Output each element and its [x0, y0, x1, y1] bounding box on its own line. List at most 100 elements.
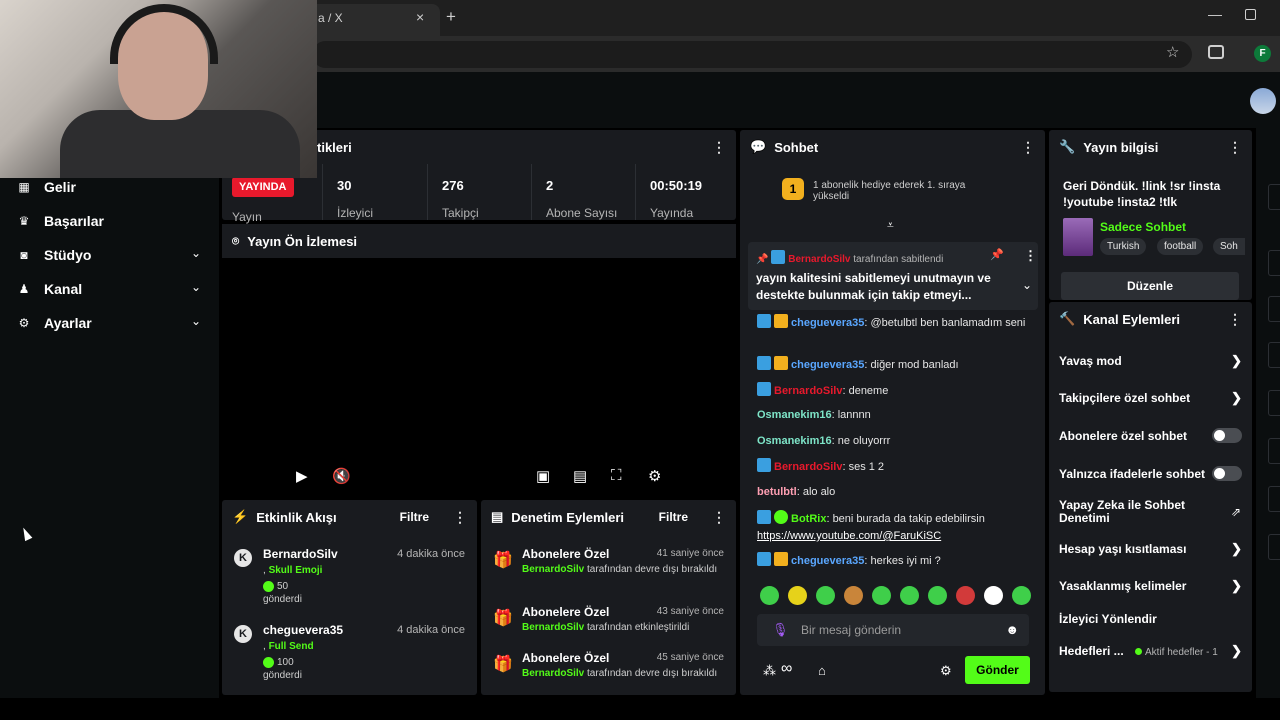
emotes-only-toggle[interactable] — [1212, 466, 1242, 481]
tag-chip[interactable]: Turkish — [1100, 238, 1147, 255]
tag-chip[interactable]: football — [1157, 238, 1204, 255]
chat-username[interactable]: cheguevera35 — [791, 317, 864, 329]
more-icon[interactable]: ⋮ — [1024, 248, 1037, 264]
emote-icon[interactable] — [956, 586, 975, 605]
edge-button[interactable] — [1268, 184, 1280, 210]
maximize-icon[interactable] — [1245, 9, 1256, 20]
moderation-filter-button[interactable]: Filtre — [659, 510, 688, 524]
bookmark-star-icon[interactable]: ☆ — [1166, 43, 1179, 61]
emote-icon[interactable] — [872, 586, 891, 605]
activity-amount-line: 50 — [263, 581, 288, 592]
emote-icon[interactable] — [844, 586, 863, 605]
edge-button[interactable] — [1268, 390, 1280, 416]
emote-icon[interactable] — [816, 586, 835, 605]
action-slow-mode[interactable]: Yavaş mod ❯ — [1059, 354, 1242, 368]
right-edge-strip — [1256, 128, 1280, 698]
fullscreen-icon[interactable]: ⛶ — [611, 467, 622, 484]
pinned-by-line: 📌 BernardoSilv tarafından sabitlendi — [756, 250, 943, 265]
activity-user[interactable]: cheguevera35 — [263, 623, 343, 637]
edge-button[interactable] — [1268, 342, 1280, 368]
action-account-age[interactable]: Hesap yaşı kısıtlaması ❯ — [1059, 542, 1242, 556]
action-label: Yapay Zeka ile Sohbet Denetimi — [1059, 498, 1186, 525]
activity-item[interactable]: K cheguevera35 4 dakika önce , Full Send… — [234, 623, 469, 683]
category-name[interactable]: Sadece Sohbet — [1100, 220, 1186, 234]
pip-icon[interactable]: ▣ — [536, 467, 550, 485]
emote-icon[interactable] — [900, 586, 919, 605]
emote-icon[interactable] — [928, 586, 947, 605]
emoji-picker-icon[interactable]: ☻ — [1005, 622, 1019, 637]
mute-icon[interactable]: 🔇 — [332, 467, 351, 485]
play-icon[interactable]: ▶ — [296, 467, 308, 485]
sidebar-item-label: Ayarlar — [44, 315, 92, 331]
store-icon[interactable]: ⌂ — [818, 663, 826, 678]
more-icon[interactable]: ⋮ — [712, 139, 726, 156]
more-icon[interactable]: ⋮ — [453, 509, 467, 526]
emote-icon[interactable] — [760, 586, 779, 605]
edit-button[interactable]: Düzenle — [1061, 272, 1239, 300]
gift-amount: 100 — [277, 657, 294, 669]
edge-button[interactable] — [1268, 486, 1280, 512]
activity-item[interactable]: K BernardoSilv 4 dakika önce , Skull Emo… — [234, 547, 469, 607]
moderator-name: BernardoSilv — [522, 564, 585, 575]
chat-username[interactable]: cheguevera35 — [791, 555, 864, 567]
more-icon[interactable]: ⋮ — [1228, 311, 1242, 328]
activity-user[interactable]: BernardoSilv — [263, 547, 338, 561]
edge-button[interactable] — [1268, 438, 1280, 464]
collapse-icon[interactable]: ⩡ — [887, 218, 894, 233]
pin-icon[interactable]: 📌 — [990, 248, 1004, 261]
edge-button[interactable] — [1268, 296, 1280, 322]
action-ai-moderation[interactable]: Yapay Zeka ile Sohbet Denetimi — [1059, 499, 1209, 525]
tab-close-icon[interactable]: × — [416, 9, 424, 25]
external-link-icon[interactable]: ⇗ — [1231, 505, 1241, 519]
subscribers-only-toggle[interactable] — [1212, 428, 1242, 443]
action-followers-only[interactable]: Takipçilere özel sohbet ❯ — [1059, 391, 1242, 405]
emote-icon[interactable] — [788, 586, 807, 605]
minimize-icon[interactable]: — — [1208, 6, 1222, 22]
edge-button[interactable] — [1268, 250, 1280, 276]
chat-username[interactable]: BotRix — [791, 513, 826, 525]
url-field[interactable] — [312, 41, 1192, 68]
more-icon[interactable]: ⋮ — [712, 509, 726, 526]
emote-icon[interactable] — [984, 586, 1003, 605]
moderation-item-title: Abonelere Özel — [522, 651, 610, 665]
chat-username[interactable]: Osmanekim16 — [757, 409, 832, 421]
extensions-icon[interactable] — [1208, 45, 1224, 59]
chat-settings-gear-icon[interactable]: ⚙ — [940, 663, 952, 679]
emote-icon[interactable] — [1012, 586, 1031, 605]
chat-username[interactable]: betulbtl — [757, 486, 797, 498]
activity-title: Etkinlik Akışı — [256, 509, 337, 525]
action-banned-words[interactable]: Yasaklanmış kelimeler ❯ — [1059, 579, 1242, 593]
user-avatar[interactable] — [1250, 88, 1276, 114]
more-icon[interactable]: ⋮ — [1228, 139, 1242, 156]
sidebar-item-kanal[interactable]: ♟ Kanal ⌄ — [17, 277, 207, 301]
pinned-message[interactable]: 📌 BernardoSilv tarafından sabitlendi 📌 ⋮… — [748, 242, 1038, 310]
settings-gear-icon[interactable]: ⚙ — [648, 467, 661, 485]
action-raid[interactable]: İzleyici Yönlendir — [1059, 613, 1242, 626]
chat-link[interactable]: https://www.youtube.com/@FaruKiSC — [757, 530, 941, 542]
sidebar-item-studyo[interactable]: ◙ Stüdyo ⌄ — [17, 243, 207, 267]
more-icon[interactable]: ⋮ — [1021, 139, 1035, 156]
chat-username[interactable]: BernardoSilv — [774, 461, 842, 473]
chat-username[interactable]: cheguevera35 — [791, 359, 864, 371]
chat-message-input[interactable]: 🎙 Bir mesaj gönderin ☻ — [757, 614, 1029, 646]
edge-button[interactable] — [1268, 534, 1280, 560]
activity-filter-button[interactable]: Filtre — [400, 510, 429, 524]
send-button[interactable]: Gönder — [965, 656, 1030, 684]
sidebar-item-basarilar[interactable]: ♛ Başarılar — [17, 209, 207, 233]
sidebar-item-ayarlar[interactable]: ⚙ Ayarlar ⌄ — [17, 311, 207, 335]
chat-username[interactable]: Osmanekim16 — [757, 435, 832, 447]
profile-avatar[interactable]: F — [1254, 45, 1271, 62]
expand-chevron-icon[interactable]: ⌄ — [1022, 278, 1032, 292]
action-goals[interactable]: Hedefleri ... Aktif hedefler - 1 ❯ — [1059, 644, 1242, 658]
theater-icon[interactable]: ▤ — [573, 467, 587, 485]
action-label: Hesap yaşı kısıtlaması — [1059, 542, 1187, 556]
sidebar-item-gelir[interactable]: ▦ Gelir — [17, 175, 207, 199]
tag-chip[interactable]: Soh — [1213, 238, 1245, 255]
category-thumbnail — [1063, 218, 1093, 256]
users-icon[interactable]: ⁂ — [763, 663, 776, 679]
new-tab-icon[interactable]: + — [446, 7, 456, 27]
gift-icon: 🎁 — [493, 552, 513, 569]
chat-username[interactable]: BernardoSilv — [774, 385, 842, 397]
microphone-icon[interactable]: 🎙 — [772, 622, 789, 638]
infinity-icon[interactable]: ∞ — [781, 660, 792, 678]
